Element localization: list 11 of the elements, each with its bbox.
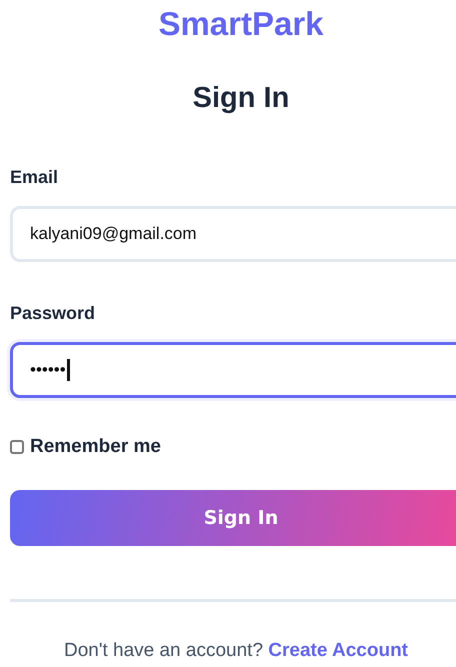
field-label: Email xyxy=(10,166,60,188)
input-field[interactable]: •••••• xyxy=(10,342,456,398)
page-heading: Sign In xyxy=(192,81,290,116)
field-label: Password xyxy=(10,302,96,324)
create-account-link[interactable]: Create Account xyxy=(268,640,408,661)
sign-in-button[interactable]: Sign In xyxy=(10,490,456,546)
remember-checkbox[interactable] xyxy=(10,440,24,454)
brand-title: SmartPark xyxy=(157,4,325,44)
input-field[interactable]: kalyani09@gmail.com xyxy=(10,206,456,262)
footer-text: Don't have an account? xyxy=(64,640,264,661)
remember-label[interactable]: Remember me xyxy=(30,436,161,458)
